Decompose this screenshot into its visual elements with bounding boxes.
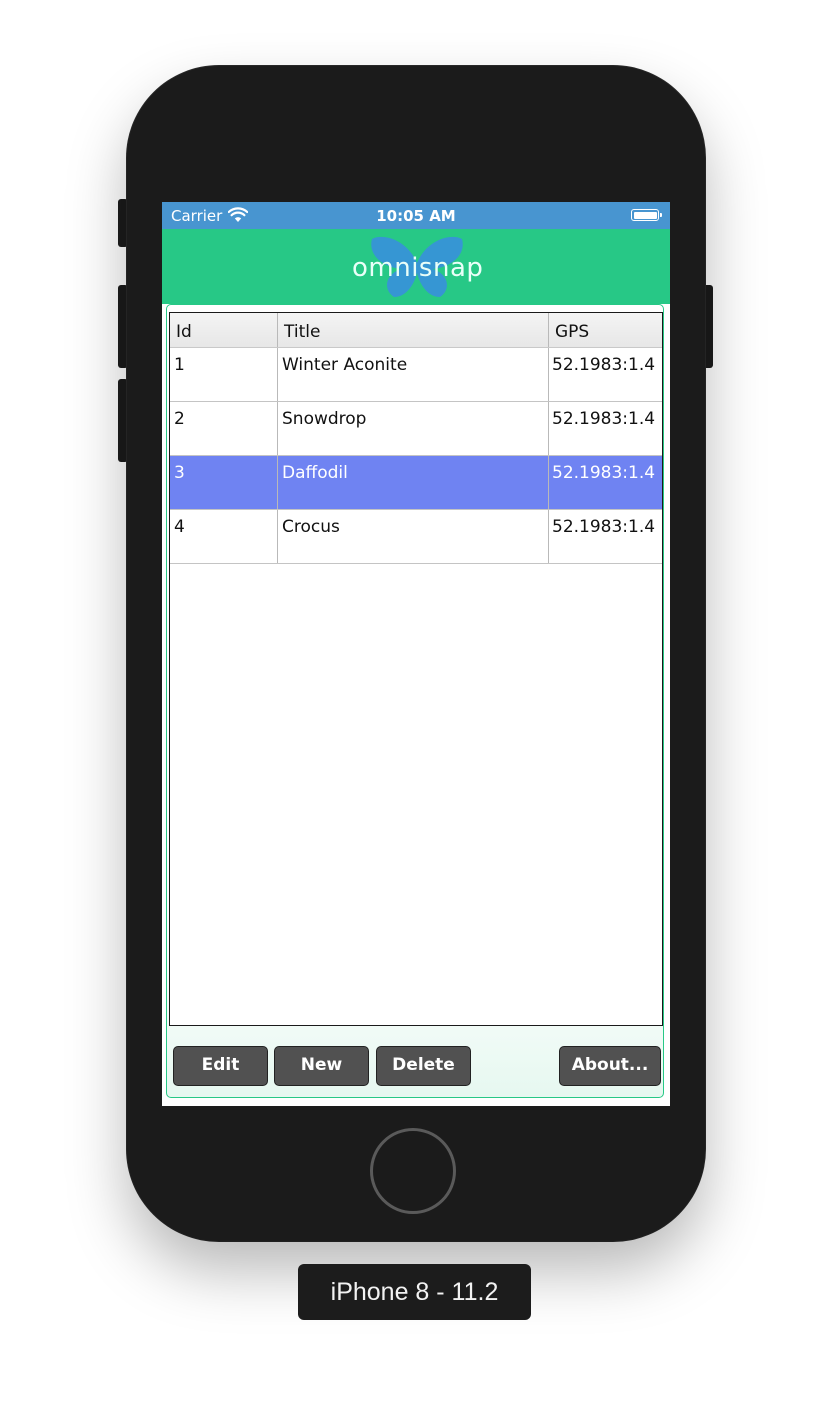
omnisnap-logo: omnisnap <box>352 233 484 299</box>
cell-id: 4 <box>170 510 278 563</box>
cell-gps: 52.1983:1.4 <box>552 409 656 429</box>
status-bar: Carrier 10:05 AM <box>162 202 670 229</box>
cell-gps: 52.1983:1.4 <box>552 517 656 537</box>
table-row-selected[interactable]: 3 Daffodil 52.1983:1.4 <box>170 456 662 510</box>
cell-id: 2 <box>170 402 278 455</box>
device-label: iPhone 8 - 11.2 <box>298 1264 531 1320</box>
edit-button[interactable]: Edit <box>173 1046 268 1086</box>
home-button[interactable] <box>370 1128 456 1214</box>
cell-gps: 52.1983:1.4 <box>552 355 656 375</box>
cell-title: Daffodil <box>278 456 549 509</box>
column-header-title[interactable]: Title <box>278 313 549 347</box>
battery-icon <box>631 209 662 221</box>
about-button[interactable]: About... <box>559 1046 661 1086</box>
column-header-id[interactable]: Id <box>170 313 278 347</box>
table-header: Id Title GPS <box>170 313 662 348</box>
cell-title: Snowdrop <box>278 402 549 455</box>
table-row[interactable]: 2 Snowdrop 52.1983:1.4 <box>170 402 662 456</box>
cell-title: Crocus <box>278 510 549 563</box>
cell-id: 1 <box>170 348 278 401</box>
table-row[interactable]: 4 Crocus 52.1983:1.4 <box>170 510 662 564</box>
cell-title: Winter Aconite <box>278 348 549 401</box>
app-screen: Carrier 10:05 AM omnisnap Id Title GPS 1… <box>162 202 670 1106</box>
cell-gps: 52.1983:1.4 <box>552 463 656 483</box>
app-header: omnisnap <box>162 229 670 304</box>
column-header-gps[interactable]: GPS <box>549 313 662 347</box>
status-time: 10:05 AM <box>376 207 456 225</box>
cell-id: 3 <box>170 456 278 509</box>
table-row[interactable]: 1 Winter Aconite 52.1983:1.4 <box>170 348 662 402</box>
logo-text: omnisnap <box>352 253 484 283</box>
flower-table[interactable]: Id Title GPS 1 Winter Aconite 52.1983:1.… <box>169 312 663 1026</box>
new-button[interactable]: New <box>274 1046 369 1086</box>
delete-button[interactable]: Delete <box>376 1046 471 1086</box>
